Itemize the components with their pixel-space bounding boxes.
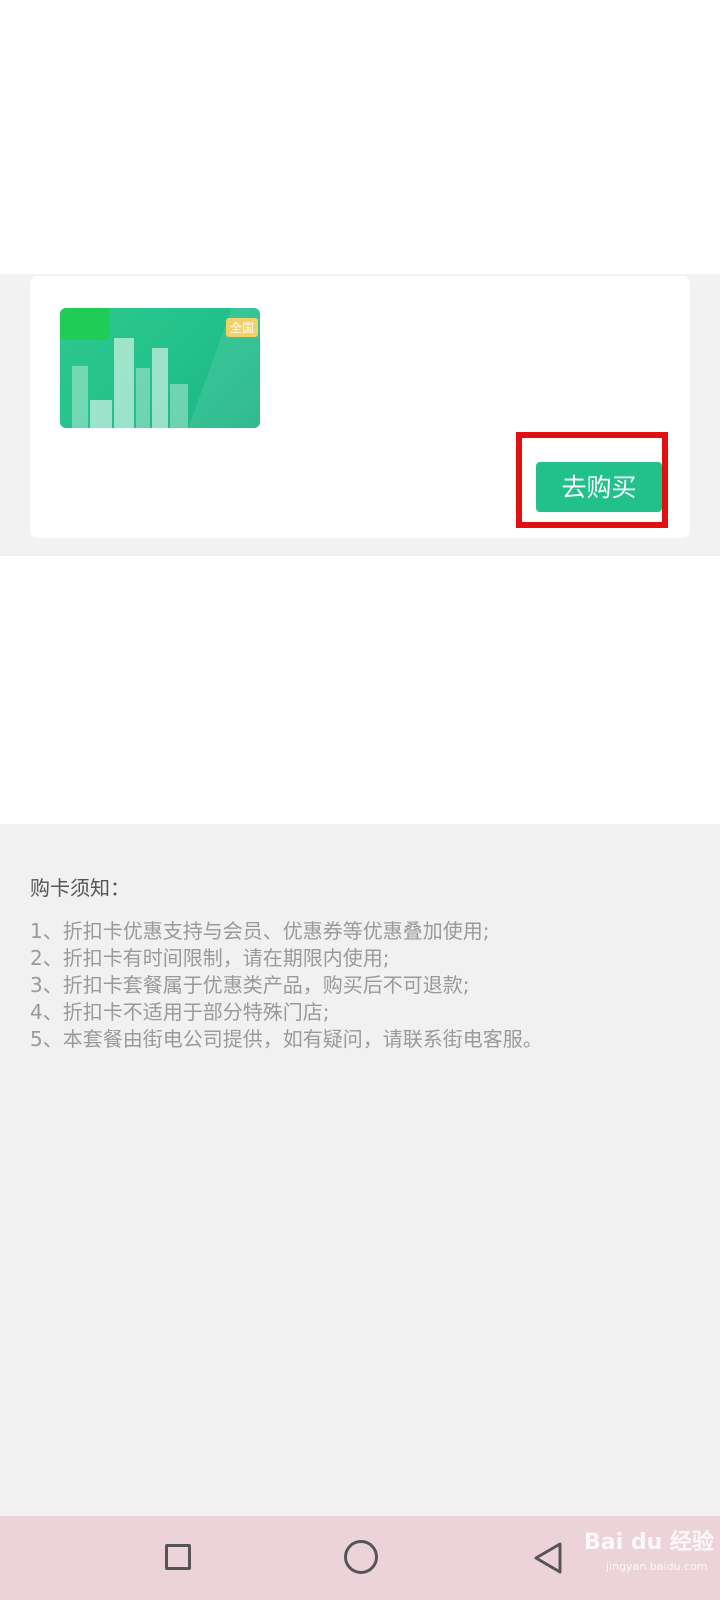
- region-badge: 全国: [225, 318, 258, 337]
- buy-button[interactable]: 去购买: [536, 462, 662, 512]
- baidu-jingyan-watermark: Bai du 经验 jingyan.baidu.com: [584, 1508, 714, 1584]
- watermark-url: jingyan.baidu.com: [606, 1560, 708, 1573]
- notice-item: 4、折扣卡不适用于部分特殊门店;: [30, 1000, 330, 1024]
- square-icon[interactable]: [165, 1544, 191, 1570]
- circle-icon[interactable]: [344, 1540, 378, 1574]
- building-shape: [152, 348, 168, 428]
- building-shape: [114, 338, 134, 428]
- purchase-notice-section: 购卡须知： 1、折扣卡优惠支持与会员、优惠券等优惠叠加使用; 2、折扣卡有时间限…: [0, 824, 720, 1516]
- card-corner-patch: [60, 308, 110, 340]
- building-shape: [170, 384, 188, 428]
- watermark-logo-text: Bai du 经验: [584, 1530, 714, 1555]
- notice-item: 1、折扣卡优惠支持与会员、优惠券等优惠叠加使用;: [30, 919, 490, 943]
- notice-item: 5、本套餐由街电公司提供，如有疑问，请联系街电客服。: [30, 1027, 543, 1051]
- back-triangle-icon[interactable]: [530, 1540, 566, 1576]
- notice-title: 购卡须知：: [30, 876, 130, 900]
- notice-item: 3、折扣卡套餐属于优惠类产品，购买后不可退款;: [30, 973, 470, 997]
- card-thumbnail: 全国: [60, 308, 260, 428]
- building-shape: [90, 400, 112, 428]
- building-shape: [72, 366, 88, 428]
- notice-item: 2、折扣卡有时间限制，请在期限内使用;: [30, 946, 390, 970]
- building-shape: [136, 368, 150, 428]
- notice-list: 1、折扣卡优惠支持与会员、优惠券等优惠叠加使用; 2、折扣卡有时间限制，请在期限…: [30, 918, 543, 1053]
